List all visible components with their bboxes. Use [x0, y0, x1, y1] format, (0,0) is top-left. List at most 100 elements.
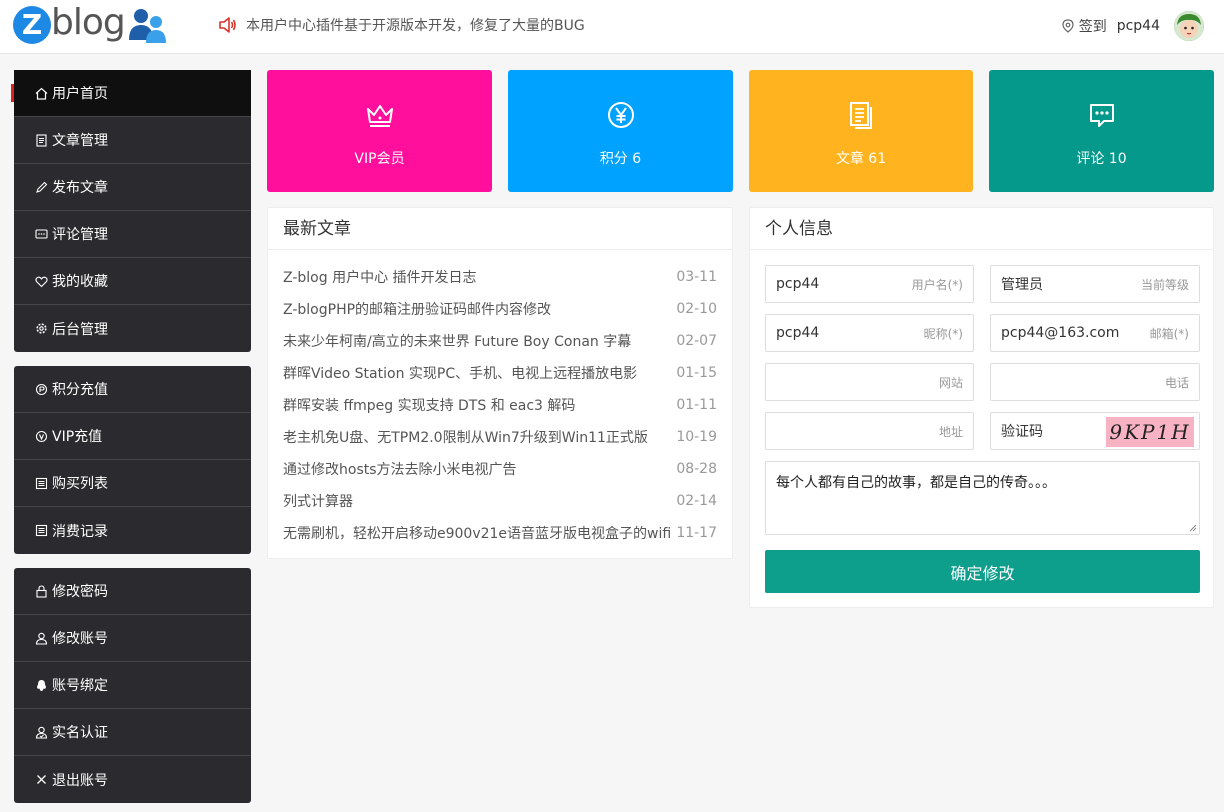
field-hint: 网站: [938, 375, 963, 390]
sidebar-item-real-name[interactable]: 实名认证: [14, 709, 251, 756]
sidebar-item-consumption[interactable]: 消费记录: [14, 507, 251, 554]
avatar[interactable]: [1174, 11, 1204, 41]
id-icon: [34, 725, 48, 739]
sidebar-item-label: 修改账号: [52, 631, 108, 647]
field-hint: 邮箱(*): [1149, 326, 1189, 341]
article-row[interactable]: 未来少年柯南/高立的未来世界 Future Boy Conan 字幕 02-07: [268, 325, 732, 357]
article-row[interactable]: 群晖安装 ffmpeg 实现支持 DTS 和 eac3 解码 01-11: [268, 389, 732, 421]
notice-bar: 本用户中心插件基于开源版本开发，修复了大量的BUG: [217, 14, 585, 36]
sidebar-item-label: 实名认证: [52, 725, 108, 741]
website-field[interactable]: 网站: [765, 363, 974, 401]
sidebar-item-label: 积分充值: [52, 382, 108, 398]
field-value: pcp44: [776, 276, 820, 292]
phone-field[interactable]: 电话: [990, 363, 1200, 401]
article-date: 01-11: [676, 397, 717, 413]
address-field[interactable]: 地址: [765, 412, 974, 450]
users-icon: [129, 9, 166, 43]
latest-articles-panel: 最新文章 Z-blog 用户中心 插件开发日志 03-11 Z-blogPHP的邮…: [267, 207, 733, 559]
sidebar-item-vip-recharge[interactable]: VIP充值: [14, 413, 251, 460]
heart-icon: [34, 274, 48, 288]
field-hint: 电话: [1164, 375, 1189, 390]
points-icon: [34, 382, 48, 396]
panel-title: 个人信息: [750, 208, 1213, 250]
top-header: Z blog 本用户中心插件基于开源版本开发，修复了大量的BUG 签到 pcp4…: [0, 0, 1224, 54]
username-field[interactable]: pcp44 用户名(*): [765, 265, 974, 303]
record-icon: [34, 524, 48, 538]
list-icon: [34, 476, 48, 490]
article-title: Z-blog 用户中心 插件开发日志: [283, 270, 477, 286]
sidebar-item-label: 文章管理: [52, 133, 108, 149]
article-date: 11-17: [676, 525, 717, 541]
bio-text: 每个人都有自己的故事，都是自己的传奇。。。: [776, 475, 1056, 491]
article-title: Z-blogPHP的邮箱注册验证码邮件内容修改: [283, 302, 552, 318]
yen-icon: [607, 102, 634, 128]
sidebar-item-points-recharge[interactable]: 积分充值: [14, 366, 251, 413]
signin-label: 签到: [1078, 19, 1107, 35]
sidebar-item-label: 后台管理: [52, 321, 108, 338]
sidebar-item-change-password[interactable]: 修改密码: [14, 568, 251, 615]
sidebar-item-comments[interactable]: 评论管理: [14, 211, 251, 258]
sidebar-item-account-binding[interactable]: 账号绑定: [14, 662, 251, 709]
card-label: 文章 61: [835, 151, 887, 167]
sidebar-item-article-manage[interactable]: 文章管理: [14, 117, 251, 164]
card-label: VIP会员: [354, 151, 405, 167]
card-articles[interactable]: 文章 61: [749, 70, 973, 192]
panel-title: 最新文章: [268, 208, 732, 250]
captcha-label: 验证码: [1001, 424, 1043, 440]
article-row[interactable]: 老主机免U盘、无TPM2.0限制从Win7升级到Win11正式版 10-19: [268, 421, 732, 453]
bio-textarea[interactable]: 每个人都有自己的故事，都是自己的传奇。。。: [765, 461, 1200, 535]
sidebar-item-purchases[interactable]: 购买列表: [14, 460, 251, 507]
gear-icon: [34, 322, 48, 336]
sidebar-item-label: 评论管理: [52, 227, 108, 243]
sidebar-item-favorites[interactable]: 我的收藏: [14, 258, 251, 305]
home-icon: [34, 86, 48, 100]
sidebar-item-home[interactable]: 用户首页: [11, 70, 251, 117]
article-row[interactable]: 列式计算器 02-14: [268, 485, 732, 517]
sidebar-item-label: 购买列表: [52, 476, 108, 492]
logo-z-badge: Z: [13, 6, 51, 44]
article-title: 群晖安装 ffmpeg 实现支持 DTS 和 eac3 解码: [283, 398, 576, 414]
captcha-field[interactable]: 验证码 9KP1H: [990, 412, 1200, 450]
signin-button[interactable]: 签到: [1062, 16, 1107, 36]
resize-grip-icon[interactable]: [1189, 524, 1197, 532]
card-points[interactable]: 积分 6: [508, 70, 733, 192]
card-vip[interactable]: VIP会员: [267, 70, 492, 192]
nickname-field[interactable]: pcp44 昵称(*): [765, 314, 974, 352]
location-pin-icon: [1062, 19, 1074, 33]
vip-icon: [34, 429, 48, 443]
sidebar-group-account: 修改密码 修改账号 账号绑定 实名认证 退出账号: [14, 568, 251, 803]
article-row[interactable]: 群晖Video Station 实现PC、手机、电视上远程播放电影 01-15: [268, 357, 732, 389]
document-icon: [34, 133, 48, 147]
articles-icon: [850, 102, 872, 129]
avatar-image: [1174, 11, 1204, 41]
field-hint: 地址: [938, 424, 963, 439]
article-row[interactable]: 无需刷机，轻松开启移动e900v21e语音蓝牙版电视盒子的wifi 11-17: [268, 517, 732, 549]
article-row[interactable]: 通过修改hosts方法去除小米电视广告 08-28: [268, 453, 732, 485]
article-date: 08-28: [676, 461, 717, 477]
crown-icon: [366, 105, 393, 127]
sidebar-item-publish[interactable]: 发布文章: [14, 164, 251, 211]
confirm-button[interactable]: 确定修改: [765, 550, 1200, 593]
qq-icon: [34, 678, 48, 692]
logo-text: blog: [51, 2, 126, 43]
article-title: 列式计算器: [283, 494, 353, 510]
captcha-image[interactable]: 9KP1H: [1106, 417, 1194, 447]
lock-icon: [34, 584, 48, 598]
sidebar-item-label: 退出账号: [52, 772, 108, 789]
zblog-logo[interactable]: Z blog: [13, 2, 169, 48]
sidebar-item-logout[interactable]: 退出账号: [14, 756, 251, 803]
sidebar-item-admin[interactable]: 后台管理: [14, 305, 251, 352]
email-field[interactable]: pcp44@163.com 邮箱(*): [990, 314, 1200, 352]
article-row[interactable]: Z-blogPHP的邮箱注册验证码邮件内容修改 02-10: [268, 293, 732, 325]
sidebar-item-change-account[interactable]: 修改账号: [14, 615, 251, 662]
card-comments[interactable]: 评论 10: [989, 70, 1214, 192]
sidebar-group-finance: 积分充值 VIP充值 购买列表 消费记录: [14, 366, 251, 554]
level-field[interactable]: 管理员 当前等级: [990, 265, 1200, 303]
profile-panel: 个人信息 pcp44 用户名(*) 管理员 当前等级 pcp44 昵称(*) p…: [749, 207, 1214, 608]
speaker-icon: [219, 17, 236, 33]
article-row[interactable]: Z-blog 用户中心 插件开发日志 03-11: [268, 261, 732, 293]
article-title: 无需刷机，轻松开启移动e900v21e语音蓝牙版电视盒子的wifi: [283, 526, 672, 542]
username-link[interactable]: pcp44: [1117, 18, 1160, 34]
field-value: 管理员: [1001, 277, 1043, 293]
article-date: 02-14: [676, 493, 717, 509]
